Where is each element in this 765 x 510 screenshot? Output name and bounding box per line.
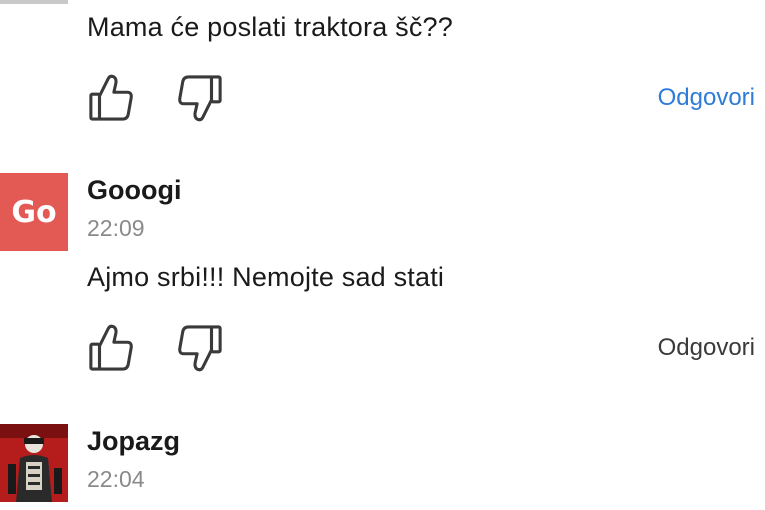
avatar[interactable]: Go xyxy=(0,173,68,251)
previous-avatar-remnant xyxy=(0,0,68,4)
avatar-photo xyxy=(0,424,68,502)
thumbs-up-icon[interactable] xyxy=(87,322,135,374)
reply-link[interactable]: Odgovori xyxy=(658,84,755,112)
thumbs-down-icon[interactable] xyxy=(176,322,224,374)
comment-timestamp: 22:09 xyxy=(87,215,145,241)
comment-author[interactable]: Jopazg xyxy=(87,426,180,457)
comment-text: Ajmo srbi!!! Nemojte sad stati xyxy=(87,262,445,292)
comment-header: Go Gooogi 22:09 xyxy=(0,173,765,253)
comment-header: Jopazg 22:04 xyxy=(0,424,765,504)
comment-author[interactable]: Gooogi xyxy=(87,175,181,206)
thumbs-down-icon[interactable] xyxy=(176,72,224,124)
comment-timestamp: 22:04 xyxy=(87,466,145,492)
comment-actions: Odgovori xyxy=(0,322,765,382)
comment-actions: Odgovori xyxy=(0,72,765,132)
avatar[interactable] xyxy=(0,424,68,502)
comment-thread: Mama će poslati traktora šč?? Odgovori G… xyxy=(0,0,765,510)
comment-text: Mama će poslati traktora šč?? xyxy=(87,12,453,42)
avatar-initials: Go xyxy=(11,194,57,230)
reply-link[interactable]: Odgovori xyxy=(658,334,755,362)
thumbs-up-icon[interactable] xyxy=(87,72,135,124)
